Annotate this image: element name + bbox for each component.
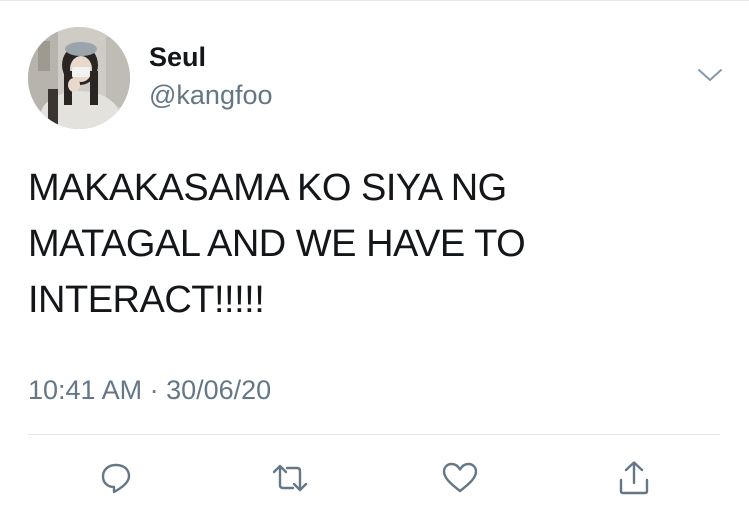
chevron-down-icon	[698, 69, 722, 81]
avatar-image	[28, 27, 130, 129]
heart-icon	[442, 462, 478, 493]
top-divider	[0, 0, 749, 1]
avatar[interactable]	[28, 27, 130, 129]
share-icon	[619, 461, 649, 495]
reply-button[interactable]	[94, 456, 138, 500]
tweet-actions	[0, 456, 749, 500]
tweet-header: Seul @kangfoo	[28, 27, 728, 129]
retweet-icon	[272, 464, 308, 492]
share-button[interactable]	[612, 456, 656, 500]
tweet-text: MAKAKASAMA KO SIYA NG MATAGAL AND WE HAV…	[28, 167, 526, 321]
reply-icon	[101, 463, 131, 494]
like-button[interactable]	[438, 456, 482, 500]
meta-separator: ·	[142, 375, 167, 405]
tweet-date: 30/06/20	[166, 375, 272, 405]
retweet-button[interactable]	[268, 456, 312, 500]
author-name[interactable]: Seul	[149, 42, 206, 73]
tweet-timestamp[interactable]: 10:41 AM · 30/06/20	[28, 375, 271, 406]
tweet-time: 10:41 AM	[28, 375, 143, 405]
tweet-options-button[interactable]	[695, 63, 725, 87]
actions-divider	[28, 434, 720, 435]
author-handle[interactable]: @kangfoo	[149, 80, 273, 111]
